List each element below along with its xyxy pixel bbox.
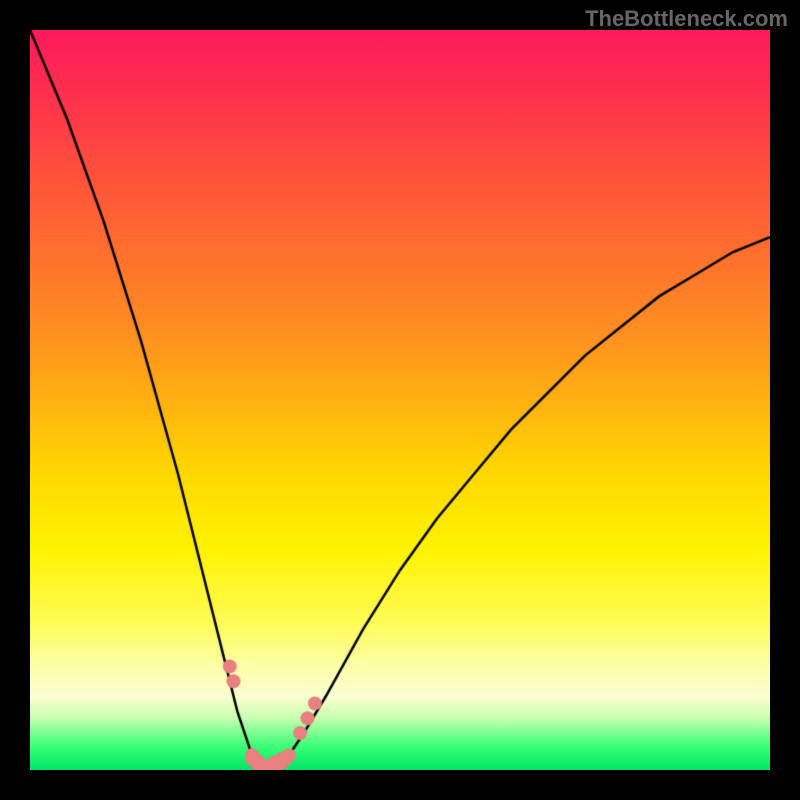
chart-canvas [30, 30, 770, 770]
plot-area [30, 30, 770, 770]
watermark-text: TheBottleneck.com [585, 6, 788, 32]
